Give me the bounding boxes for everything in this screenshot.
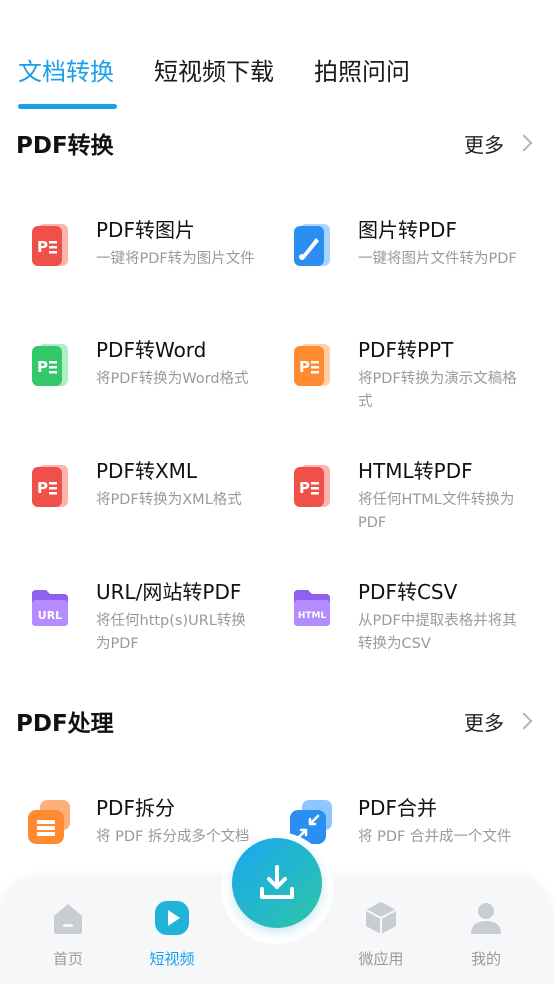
tool-title: PDF转PPT [358, 338, 454, 362]
section-title: PDF处理 [16, 711, 114, 737]
download-icon [260, 865, 294, 899]
tool-title: PDF转图片 [96, 218, 195, 242]
pdf-red-icon: P [32, 465, 68, 507]
svg-text:P: P [299, 358, 310, 376]
top-tabs: 文档转换 短视频下载 拍照问问 [0, 52, 554, 112]
tool-image-to-pdf[interactable]: 图片转PDF 一键将图片文件转为PDF [278, 214, 528, 324]
nav-label: 微应用 [358, 950, 404, 968]
svg-text:P: P [37, 358, 48, 376]
tool-url-to-pdf[interactable]: URL URL/网站转PDF 将任何http(s)URL转换为PDF [16, 576, 266, 686]
more-label: 更多 [464, 132, 504, 157]
url-folder-icon: URL [32, 590, 68, 626]
section-title: PDF转换 [16, 133, 114, 159]
tool-pdf-to-ppt[interactable]: P PDF转PPT 将PDF转换为演示文稿格式 [278, 334, 528, 444]
tool-desc: 从PDF中提取表格并将其转换为CSV [358, 613, 517, 652]
nav-label: 我的 [470, 950, 501, 968]
more-label: 更多 [464, 710, 504, 735]
chevron-right-icon [515, 712, 533, 730]
more-button[interactable]: 更多 [464, 126, 538, 160]
svg-text:P: P [299, 479, 310, 497]
tool-desc: 将 PDF 拆分成多个文档 [96, 829, 250, 845]
tab-photo-ask[interactable]: 拍照问问 [314, 52, 410, 87]
tool-title: PDF转CSV [358, 580, 458, 604]
tool-desc: 将任何HTML文件转换为PDF [358, 492, 515, 531]
tool-pdf-to-xml[interactable]: P PDF转XML 将PDF转换为XML格式 [16, 455, 266, 565]
tool-html-to-pdf[interactable]: P HTML转PDF 将任何HTML文件转换为PDF [278, 455, 528, 565]
tool-pdf-to-csv[interactable]: HTML PDF转CSV 从PDF中提取表格并将其转换为CSV [278, 576, 528, 686]
nav-item-short-video[interactable]: 短视频 [132, 900, 212, 970]
svg-text:P: P [37, 238, 48, 256]
pdf-red-icon: P [32, 224, 68, 266]
tool-desc: 将PDF转换为演示文稿格式 [358, 371, 517, 410]
svg-text:P: P [37, 479, 48, 497]
more-button[interactable]: 更多 [464, 704, 538, 738]
tab-short-video-download[interactable]: 短视频下载 [154, 52, 274, 87]
tool-desc: 将任何http(s)URL转换为PDF [96, 613, 246, 652]
tool-pdf-to-word[interactable]: P PDF转Word 将PDF转换为Word格式 [16, 334, 266, 444]
tool-title: URL/网站转PDF [96, 580, 242, 604]
nav-label: 首页 [52, 950, 83, 968]
tool-desc: 一键将PDF转为图片文件 [96, 251, 255, 267]
tool-title: PDF转XML [96, 459, 198, 483]
chevron-right-icon [515, 134, 533, 152]
tool-desc: 将PDF转换为Word格式 [96, 371, 249, 387]
svg-text:HTML: HTML [298, 611, 327, 621]
download-button[interactable] [232, 838, 322, 928]
tool-title: 图片转PDF [358, 218, 457, 242]
section-header-process: PDF处理 更多 [16, 704, 538, 738]
cube-icon [365, 902, 397, 934]
video-play-icon [155, 901, 189, 935]
nav-label: 短视频 [149, 950, 195, 968]
split-orange-icon [28, 800, 70, 844]
nav-item-mini-apps[interactable]: 微应用 [341, 900, 421, 970]
tab-document-convert[interactable]: 文档转换 [18, 52, 114, 87]
pdf-red-icon: P [294, 465, 330, 507]
user-icon [471, 903, 501, 934]
home-icon [54, 904, 82, 934]
html-folder-icon: HTML [294, 590, 330, 626]
nav-item-mine[interactable]: 我的 [446, 900, 526, 970]
image-blue-icon [294, 224, 330, 266]
svg-text:URL: URL [38, 609, 62, 622]
tool-title: PDF合并 [358, 796, 437, 820]
nav-item-home[interactable]: 首页 [28, 900, 108, 970]
tool-desc: 将 PDF 合并成一个文件 [358, 829, 512, 845]
pdf-green-icon: P [32, 344, 68, 386]
tool-title: PDF转Word [96, 338, 207, 362]
pdf-orange-icon: P [294, 344, 330, 386]
tool-title: PDF拆分 [96, 796, 175, 820]
tool-title: HTML转PDF [358, 459, 473, 483]
tool-desc: 将PDF转换为XML格式 [96, 492, 242, 508]
tool-pdf-to-image[interactable]: P PDF转图片 一键将PDF转为图片文件 [16, 214, 266, 324]
section-header-convert: PDF转换 更多 [16, 126, 538, 160]
active-tab-indicator [18, 104, 117, 109]
tool-desc: 一键将图片文件转为PDF [358, 251, 517, 267]
